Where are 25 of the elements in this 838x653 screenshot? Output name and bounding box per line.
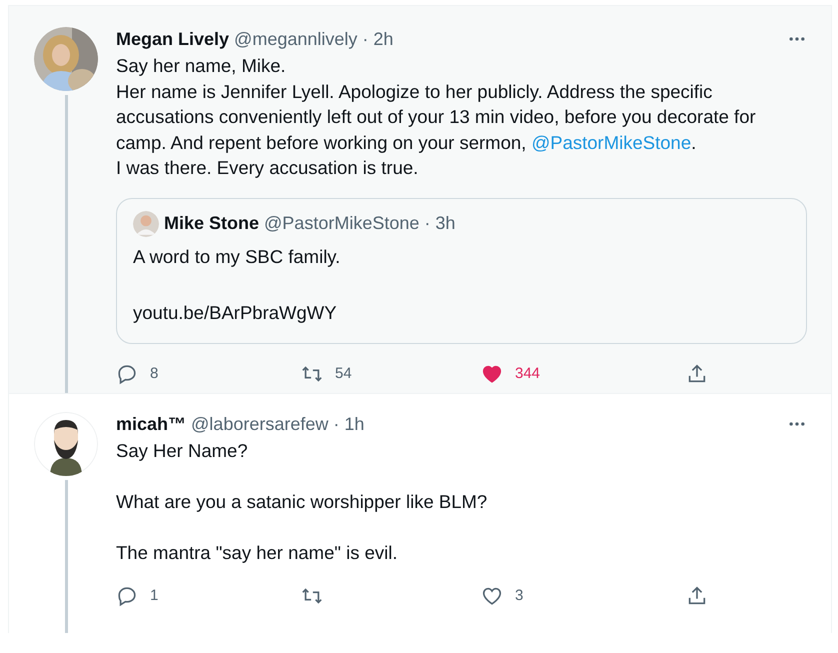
timestamp[interactable]: · 1h bbox=[333, 414, 364, 434]
reply-icon[interactable] bbox=[116, 362, 138, 384]
tweet-text: Say her name, Mike. Her name is Jennifer Lyell. Apologize to her publicly. Address the specific accusations conveniently left out of your 13 min video, before you decorate for camp. And repent before working on your sermon, @PastorMikeStone. I was there. Every accusation is true. bbox=[116, 54, 757, 180]
quoted-text: A word to my SBC family. youtu.be/BArPbraWgWY bbox=[133, 244, 342, 325]
avatar-silhouette-icon[interactable] bbox=[34, 412, 98, 476]
author-handle[interactable]: @laborersarefew bbox=[191, 414, 328, 434]
author-handle[interactable]: @PastorMikeStone bbox=[264, 213, 420, 234]
timestamp[interactable]: · 2h bbox=[362, 28, 394, 50]
reply-icon[interactable] bbox=[116, 584, 138, 606]
avatar-silhouette-icon bbox=[133, 210, 159, 236]
reply-count: 8 bbox=[150, 365, 158, 382]
reply-count: 1 bbox=[150, 587, 158, 604]
author-name[interactable]: Mike Stone bbox=[164, 213, 260, 234]
like-count: 3 bbox=[515, 587, 524, 604]
quoted-tweet[interactable]: Mike Stone @PastorMikeStone · 3h A word to my SBC family. youtu.be/BArPbraWgWY bbox=[116, 198, 807, 344]
timestamp[interactable]: · 3h bbox=[424, 213, 456, 234]
share-icon[interactable] bbox=[686, 584, 708, 606]
like-count: 344 bbox=[515, 365, 540, 382]
retweet-count: 54 bbox=[335, 365, 352, 382]
author-name[interactable]: micah™ bbox=[116, 414, 186, 434]
author-name[interactable]: Megan Lively bbox=[116, 28, 230, 50]
share-icon[interactable] bbox=[686, 362, 708, 384]
tweet-text: Say Her Name? What are you a satanic worshipper like BLM? The mantra "say her name" is evil. bbox=[116, 439, 488, 565]
mention-link[interactable]: @PastorMikeStone bbox=[531, 132, 692, 152]
author-handle[interactable]: @megannlively bbox=[234, 28, 358, 50]
